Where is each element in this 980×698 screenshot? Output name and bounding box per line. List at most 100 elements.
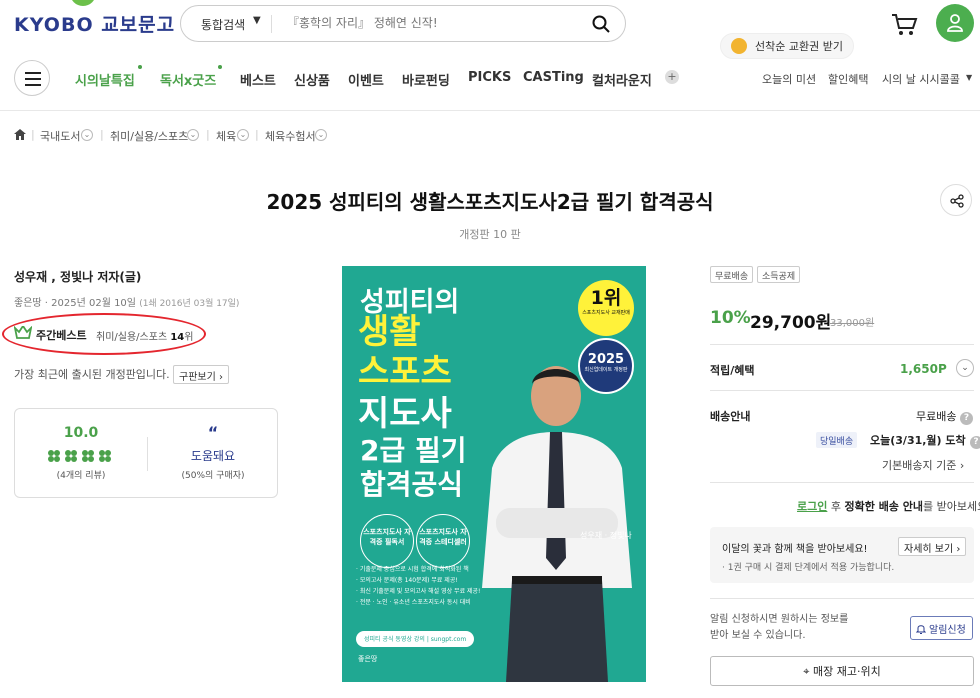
nav-item-poem-day[interactable]: 시의날특집 — [75, 70, 135, 89]
breadcrumb-item[interactable]: 체육 — [216, 128, 236, 144]
clover-icon — [99, 450, 111, 462]
store-stock-button[interactable]: ⌖ 매장 재고·위치 — [710, 656, 974, 686]
cover-authors: 성우재 · 정빛나 — [580, 531, 632, 540]
old-version-button[interactable]: 구판보기 › — [173, 365, 229, 384]
breadcrumb-separator: | — [100, 128, 104, 141]
gift-banner: 이달의 꽃과 함께 책을 받아보세요! · 1권 구매 시 결제 단계에서 적용… — [710, 527, 974, 583]
bestseller-category: 취미/실용/스포츠 — [96, 332, 168, 343]
menu-button[interactable] — [14, 60, 50, 96]
user-icon — [947, 14, 963, 32]
nav-item-best[interactable]: 베스트 — [240, 70, 276, 89]
chevron-right-icon: › — [959, 459, 965, 472]
login-tail-text: 를 받아보세요! — [923, 500, 980, 513]
hamburger-icon — [25, 72, 41, 86]
cover-title-line-3: 스포츠 — [358, 352, 452, 392]
chevron-down-icon[interactable]: ⌄ — [237, 129, 249, 141]
chevron-down-icon[interactable]: ⌄ — [81, 129, 93, 141]
search-category-select[interactable]: 통합검색 — [201, 16, 245, 33]
util-link-discount[interactable]: 할인혜택 — [828, 71, 868, 87]
review-count: (4개의 리뷰) — [56, 471, 106, 481]
gift-detail-label: 자세히 보기 — [904, 544, 954, 555]
nav-item-funding[interactable]: 바로펀딩 — [402, 70, 450, 89]
search-input[interactable] — [287, 13, 567, 33]
bestseller-rank[interactable]: 취미/실용/스포츠 14위 — [96, 328, 193, 343]
default-address-link[interactable]: 기본배송지 기준 › — [882, 457, 964, 473]
breadcrumb-item[interactable]: 체육수험서 — [265, 128, 316, 144]
share-button[interactable] — [940, 184, 972, 216]
nav-more-plus-icon[interactable]: + — [665, 70, 679, 84]
divider — [710, 598, 974, 599]
clover-icon — [82, 450, 94, 462]
cover-title-block: 2급 필기 합격공식 — [360, 434, 467, 502]
divider — [710, 390, 974, 391]
search-icon[interactable] — [591, 14, 611, 34]
nav-item-picks[interactable]: PICKS — [468, 70, 511, 85]
user-profile-button[interactable] — [936, 4, 974, 42]
nav-item-casting[interactable]: CASTing — [523, 70, 584, 85]
gift-detail-button[interactable]: 자세히 보기 › — [898, 537, 967, 556]
search-bar[interactable]: 통합검색 ▼ — [180, 5, 626, 42]
book-cover-image[interactable]: 성피티의 생활 스포츠 지도사 2급 필기 합격공식 1위 스포츠지도사 교재판… — [342, 266, 646, 682]
quote-icon: “ — [207, 423, 219, 442]
clover-rating-icon — [48, 450, 111, 462]
nav-item-new[interactable]: 신상품 — [294, 70, 330, 89]
publisher-date: 좋은땅 · 2025년 02월 10일 (1쇄 2016년 03월 17일) — [14, 294, 239, 309]
product-edition: 개정판 10 판 — [459, 228, 521, 241]
shipping-value: 무료배송 ? — [916, 408, 973, 425]
chevron-down-icon[interactable]: ⌄ — [187, 129, 199, 141]
cover-bullet: · 기출문제 중심으로 시험 합격에 최적화된 책 — [356, 566, 469, 573]
shipping-label: 배송안내 — [710, 410, 751, 423]
nav-item-culture-lounge[interactable]: 컬처라운지 — [592, 70, 652, 89]
notify-button[interactable]: 알림신청 — [910, 616, 973, 640]
cover-publisher-logo: 좋은땅 — [358, 655, 378, 663]
publisher-line[interactable]: 좋은땅 · 2025년 02월 10일 — [14, 298, 136, 309]
notify-button-label: 알림신청 — [929, 624, 966, 636]
cover-bullet: · 모의고사 문제(총 140문제) 무료 제공! — [356, 577, 458, 584]
util-link-poem-chat[interactable]: 시의 날 시시콜콜 — [882, 71, 960, 87]
home-icon[interactable] — [14, 129, 26, 140]
notify-description: 알림 신청하시면 원하시는 정보를 받아 보실 수 있습니다. — [710, 612, 848, 644]
chevron-down-icon[interactable]: ⌄ — [956, 359, 974, 377]
site-logo[interactable]: KYOBO 교보문고 — [14, 10, 175, 37]
coin-icon — [731, 38, 747, 54]
caret-down-icon[interactable]: ▼ — [253, 15, 261, 26]
promo-coupon-button[interactable]: 선착순 교환권 받기 — [720, 33, 854, 59]
sameday-tag: 당일배송 — [816, 432, 858, 448]
breadcrumb-item[interactable]: 국내도서 — [40, 128, 80, 144]
shipping-value-text: 무료배송 — [916, 410, 957, 423]
cover-author-photo — [482, 366, 632, 682]
divider — [710, 344, 974, 345]
nav-item-reading-goods[interactable]: 독서x굿즈 — [160, 70, 216, 89]
new-dot-icon — [218, 65, 222, 69]
cover-title-line-5: 2급 필기 — [360, 434, 467, 467]
old-version-label: 구판보기 — [179, 372, 216, 383]
search-divider — [271, 15, 272, 33]
cover-title-line: 생활 스포츠 — [358, 312, 452, 392]
help-icon[interactable]: ? — [969, 436, 980, 449]
cover-circle-badge: 스포츠지도사 자격증 스테디셀러 — [416, 514, 470, 568]
original-price: 33,000원 — [830, 318, 875, 329]
login-link[interactable]: 로그인 — [797, 500, 827, 513]
login-prompt: 로그인 후 정확한 배송 안내를 받아보세요! — [797, 498, 980, 514]
breadcrumb-item[interactable]: 취미/실용/스포츠 — [110, 128, 188, 144]
bestseller-label: 주간베스트 — [36, 329, 87, 342]
cover-bullets: · 기출문제 중심으로 시험 합격에 최적화된 책 · 모의고사 문제(총 14… — [356, 564, 480, 608]
delivery-date-text: 오늘(3/31,월) 도착 — [870, 434, 966, 447]
review-score: 10.0 — [63, 425, 99, 441]
review-summary[interactable]: 10.0 (4개의 리뷰) “ 도움돼요 (50%의 구매자) — [14, 408, 278, 498]
author-link[interactable]: 성우재 , 정빛나 저자(글) — [14, 268, 141, 285]
nav-item-event[interactable]: 이벤트 — [348, 70, 384, 89]
cart-icon[interactable] — [890, 12, 918, 36]
bestseller-rank-number: 14 — [170, 332, 185, 343]
util-link-mission[interactable]: 오늘의 미션 — [762, 71, 816, 87]
cover-rank-badge: 1위 스포츠지도사 교재판매 — [578, 280, 634, 336]
caret-down-icon[interactable]: ▼ — [966, 73, 972, 82]
share-icon — [950, 194, 964, 208]
help-icon[interactable]: ? — [959, 412, 973, 425]
chevron-down-icon[interactable]: ⌄ — [315, 129, 327, 141]
tag-tax-deduction: 소득공제 — [757, 266, 801, 283]
cover-title-line-4: 지도사 — [358, 394, 452, 434]
bestseller-rank-suffix: 위 — [184, 332, 194, 343]
cover-title-line-2: 생활 — [358, 312, 421, 352]
cover-bullet: · 전문 · 노인 · 유소년 스포츠지도사 동시 대비 — [356, 599, 471, 606]
